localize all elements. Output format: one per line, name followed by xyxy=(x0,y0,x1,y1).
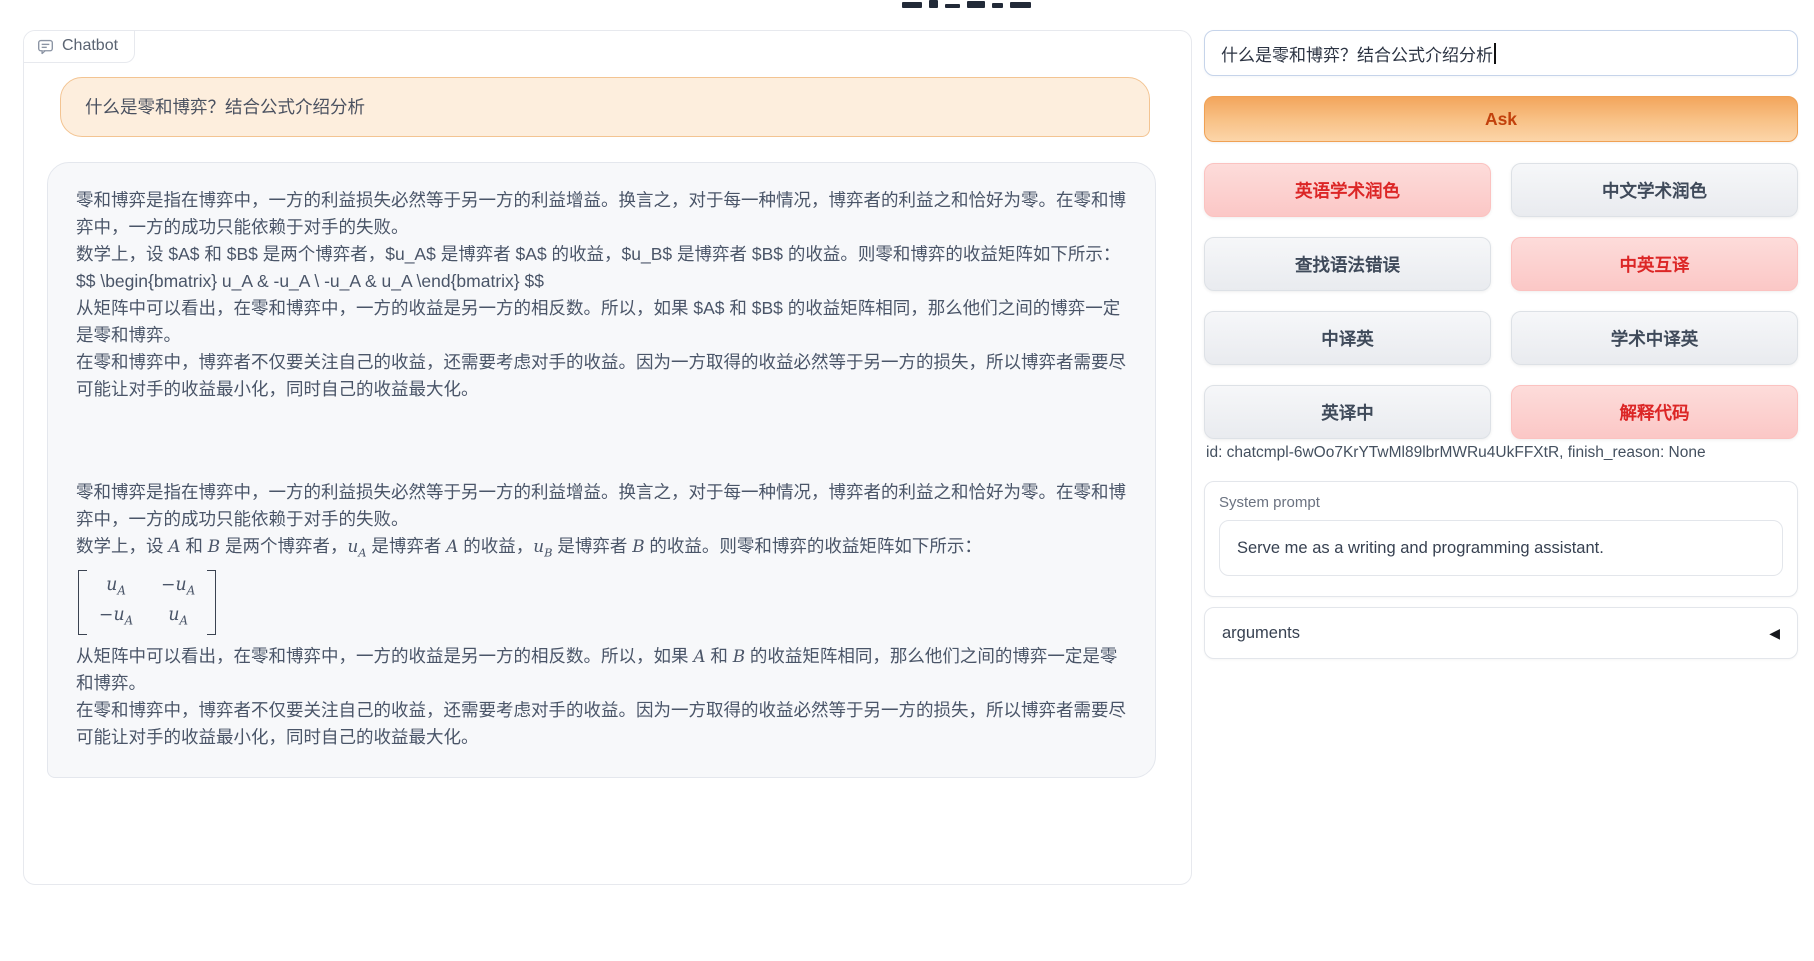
arguments-accordion-label: arguments xyxy=(1222,624,1300,643)
section-gap xyxy=(76,403,1127,479)
arguments-accordion[interactable]: arguments ◀ xyxy=(1204,607,1798,659)
system-prompt-card: System prompt Serve me as a writing and … xyxy=(1204,481,1798,597)
quick-action-grid: 英语学术润色 中文学术润色 查找语法错误 中英互译 中译英 学术中译英 英译中 … xyxy=(1204,163,1798,439)
chatbot-panel: 什么是零和博弈？结合公式介绍分析 零和博弈是指在博弈中，一方的利益损失必然等于另… xyxy=(23,30,1192,885)
question-input[interactable]: 什么是零和博弈？结合公式介绍分析 xyxy=(1204,30,1798,76)
accordion-collapsed-icon: ◀ xyxy=(1769,625,1780,642)
ask-button[interactable]: Ask xyxy=(1204,96,1798,142)
system-prompt-value: Serve me as a writing and programming as… xyxy=(1237,539,1604,558)
matrix-left-bracket xyxy=(78,570,87,635)
matrix-cell: −uA xyxy=(99,603,133,632)
bot-raw-paragraph: 在零和博弈中，博弈者不仅要关注自己的收益，还需要考虑对手的收益。因为一方取得的收… xyxy=(76,349,1127,403)
chat-messages[interactable]: 什么是零和博弈？结合公式介绍分析 零和博弈是指在博弈中，一方的利益损失必然等于另… xyxy=(24,31,1191,884)
system-prompt-label: System prompt xyxy=(1219,494,1783,511)
quick-action-academic-zh-to-en[interactable]: 学术中译英 xyxy=(1511,311,1798,365)
response-status-line: id: chatcmpl-6wOo7KrYTwMl89lbrMWRu4UkFFX… xyxy=(1206,444,1706,462)
matrix-cell: −uA xyxy=(161,573,195,602)
user-message-text: 什么是零和博弈？结合公式介绍分析 xyxy=(85,97,365,117)
bot-raw-paragraph: 数学上，设 $A$ 和 $B$ 是两个博弈者，$u_A$ 是博弈者 $A$ 的收… xyxy=(76,241,1127,268)
bot-raw-formula: $$ \begin{bmatrix} u_A & -u_A \ -u_A & u… xyxy=(76,268,1127,295)
chat-bubble-icon xyxy=(37,38,54,55)
bot-rendered-paragraph: 数学上，设 A 和 B 是两个博弈者，uA 是博弈者 A 的收益，uB 是博弈者… xyxy=(76,533,1127,566)
page-title-clipped xyxy=(902,0,1067,8)
user-message-bubble: 什么是零和博弈？结合公式介绍分析 xyxy=(60,77,1150,137)
matrix-cell: uA xyxy=(161,603,195,632)
quick-action-zh-en-mutual-translate[interactable]: 中英互译 xyxy=(1511,237,1798,291)
chatbot-label-text: Chatbot xyxy=(62,37,118,55)
bot-rendered-paragraph: 在零和博弈中，博弈者不仅要关注自己的收益，还需要考虑对手的收益。因为一方取得的收… xyxy=(76,697,1127,751)
bot-rendered-paragraph: 零和博弈是指在博弈中，一方的利益损失必然等于另一方的利益增益。换言之，对于每一种… xyxy=(76,479,1127,533)
system-prompt-input[interactable]: Serve me as a writing and programming as… xyxy=(1219,520,1783,576)
quick-action-en-to-zh[interactable]: 英译中 xyxy=(1204,385,1491,439)
payoff-matrix: uA −uA −uA uA xyxy=(78,570,216,635)
chatbot-label: Chatbot xyxy=(24,31,135,63)
bot-message-bubble: 零和博弈是指在博弈中，一方的利益损失必然等于另一方的利益增益。换言之，对于每一种… xyxy=(47,162,1156,778)
bot-raw-paragraph: 从矩阵中可以看出，在零和博弈中，一方的收益是另一方的相反数。所以，如果 $A$ … xyxy=(76,295,1127,349)
bot-raw-paragraph: 零和博弈是指在博弈中，一方的利益损失必然等于另一方的利益增益。换言之，对于每一种… xyxy=(76,187,1127,241)
quick-action-explain-code[interactable]: 解释代码 xyxy=(1511,385,1798,439)
quick-action-chinese-academic-polish[interactable]: 中文学术润色 xyxy=(1511,163,1798,217)
text-caret xyxy=(1494,43,1496,64)
matrix-cell: uA xyxy=(99,573,133,602)
quick-action-zh-to-en[interactable]: 中译英 xyxy=(1204,311,1491,365)
quick-action-english-academic-polish[interactable]: 英语学术润色 xyxy=(1204,163,1491,217)
quick-action-find-grammar-errors[interactable]: 查找语法错误 xyxy=(1204,237,1491,291)
matrix-right-bracket xyxy=(207,570,216,635)
bot-rendered-paragraph: 从矩阵中可以看出，在零和博弈中，一方的收益是另一方的相反数。所以，如果 A 和 … xyxy=(76,643,1127,697)
question-input-value: 什么是零和博弈？结合公式介绍分析 xyxy=(1221,41,1493,66)
